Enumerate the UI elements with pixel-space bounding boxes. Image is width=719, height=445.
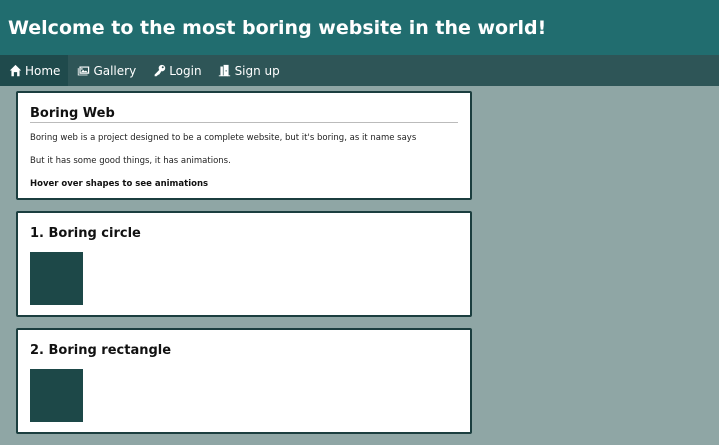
boring-circle-shape[interactable]: [30, 252, 83, 305]
nav-item-label: Sign up: [234, 63, 280, 78]
nav-item-label: Login: [169, 63, 202, 78]
door-icon: [218, 64, 232, 78]
home-icon: [8, 64, 22, 78]
main-nav: Home Gallery Login Sign up: [0, 55, 719, 86]
nav-item-label: Gallery: [93, 63, 137, 78]
nav-item-gallery[interactable]: Gallery: [68, 55, 144, 86]
circle-card-title: 1. Boring circle: [30, 226, 141, 241]
intro-paragraph: Boring web is a project designed to be a…: [30, 133, 417, 143]
boring-rectangle-shape[interactable]: [30, 369, 83, 422]
gallery-icon: [76, 64, 90, 78]
nav-item-home[interactable]: Home: [0, 55, 69, 86]
nav-item-label: Home: [25, 63, 61, 78]
nav-item-signup[interactable]: Sign up: [210, 55, 288, 86]
intro-card: Boring Web Boring web is a project desig…: [16, 91, 472, 200]
intro-hint: Hover over shapes to see animations: [30, 179, 209, 189]
rectangle-card: 2. Boring rectangle: [16, 328, 472, 434]
circle-card: 1. Boring circle: [16, 211, 472, 317]
page-title: Welcome to the most boring website in th…: [8, 16, 547, 39]
main-content: Boring Web Boring web is a project desig…: [16, 91, 472, 445]
site-header: Welcome to the most boring website in th…: [0, 0, 719, 55]
rectangle-card-title: 2. Boring rectangle: [30, 343, 172, 358]
intro-paragraph: But it has some good things, it has anim…: [30, 156, 231, 166]
key-icon: [152, 64, 166, 78]
intro-title: Boring Web: [30, 106, 458, 123]
nav-item-login[interactable]: Login: [144, 55, 209, 86]
